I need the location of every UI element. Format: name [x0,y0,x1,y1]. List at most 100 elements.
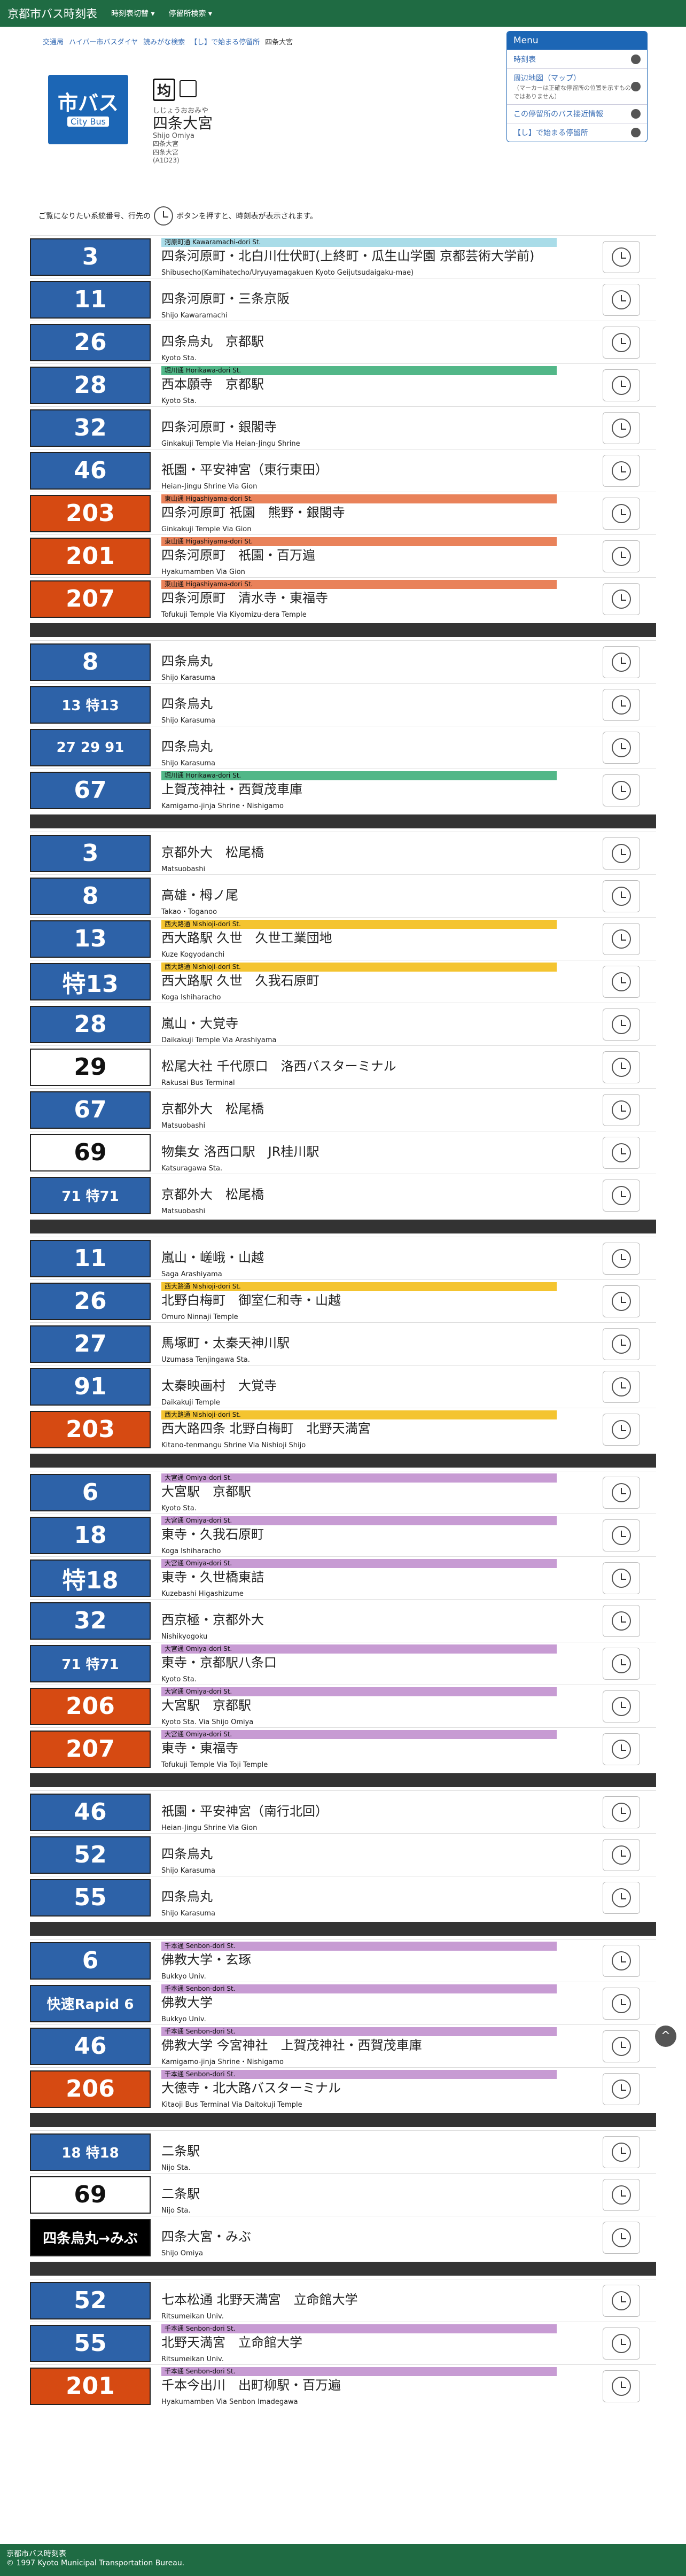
route-destination-button[interactable]: 七本松通 北野天満宮 立命館大学 Ritsumeikan Univ. [151,2279,603,2322]
route-destination-button[interactable]: 京都外大 松尾橋 Matsuobashi [151,1089,603,1131]
timetable-button[interactable] [603,454,640,487]
timetable-button[interactable] [603,1562,640,1594]
route-number-button[interactable]: 6 [30,1473,151,1511]
route-number-button[interactable]: 201 [30,537,151,575]
timetable-button[interactable] [603,412,640,444]
route-destination-button[interactable]: 堀川通 Horikawa-dori St. 上賀茂神社・西賀茂車庫 Kamigamo… [151,769,603,812]
route-destination-button[interactable]: 高雄・栂ノ尾 Takao・Toganoo [151,875,603,918]
timetable-button[interactable] [603,731,640,764]
timetable-button[interactable] [603,2370,640,2402]
route-number-button[interactable]: 69 [30,2176,151,2214]
route-destination-button[interactable]: 松尾大社 千代原口 洛西バスターミナル Rakusai Bus Terminal [151,1046,603,1089]
menu-item-timetable[interactable]: 時刻表 [507,50,647,68]
breadcrumb-item[interactable]: ハイパー市バスダイヤ [69,36,138,46]
route-destination-button[interactable]: 西大路通 Nishioji-dori St. 西大路駅 久世 久我石原町 Koga … [151,960,603,1003]
timetable-button[interactable] [603,1987,640,2020]
route-destination-button[interactable]: 東山通 Higashiyama-dori St. 四条河原町 祇園 熊野・銀閣寺 G… [151,492,603,535]
timetable-button[interactable] [603,965,640,998]
timetable-button[interactable] [603,2284,640,2317]
timetable-button[interactable] [603,326,640,359]
route-destination-button[interactable]: 嵐山・大覚寺 Daikakuji Temple Via Arashiyama [151,1003,603,1046]
route-destination-button[interactable]: 千本通 Senbon-dori St. 北野天満宮 立命館大学 Ritsumeika… [151,2322,603,2365]
route-number-button[interactable]: 18 [30,1516,151,1554]
route-destination-button[interactable]: 西大路通 Nishioji-dori St. 北野白梅町 御室仁和寺・山越 Omur… [151,1280,603,1323]
route-number-button[interactable]: 27 29 91 [30,728,151,766]
route-destination-button[interactable]: 嵐山・嵯峨・山越 Saga Arashiyama [151,1237,603,1280]
route-number-button[interactable]: 206 [30,1687,151,1725]
timetable-button[interactable] [603,1838,640,1871]
timetable-button[interactable] [603,540,640,572]
route-destination-button[interactable]: 四条烏丸 京都駅 Kyoto Sta. [151,321,603,364]
route-destination-button[interactable]: 千本通 Senbon-dori St. 千本今出川 出町柳駅・百万遍 Hyakuma… [151,2365,603,2408]
route-destination-button[interactable]: 祇園・平安神宮（東行東田） Heian-Jingu Shrine Via Gion [151,449,603,492]
route-number-button[interactable]: 201 [30,2367,151,2405]
route-number-button[interactable]: 3 [30,834,151,872]
route-number-button[interactable]: 13 [30,920,151,958]
timetable-button[interactable] [603,880,640,912]
route-number-button[interactable]: 8 [30,877,151,915]
route-destination-button[interactable]: 大宮通 Omiya-dori St. 大宮駅 京都駅 Kyoto Sta. [151,1471,603,1514]
route-number-button[interactable]: 3 [30,238,151,276]
route-destination-button[interactable]: 祇園・平安神宮（南行北回） Heian-Jingu Shrine Via Gion [151,1791,603,1834]
route-number-button[interactable]: 快速Rapid 6 [30,1984,151,2022]
route-number-button[interactable]: 8 [30,643,151,681]
route-destination-button[interactable]: 四条河原町・三条京阪 Shijo Kawaramachi [151,278,603,321]
timetable-button[interactable] [603,1179,640,1212]
timetable-button[interactable] [603,1944,640,1977]
scroll-top-button[interactable]: ^ [655,2026,676,2047]
route-destination-button[interactable]: 京都外大 松尾橋 Matsuobashi [151,832,603,875]
route-destination-button[interactable]: 千本通 Senbon-dori St. 佛教大学 今宮神社 上賀茂神社・西賀茂車庫… [151,2025,603,2068]
timetable-switch-menu[interactable]: 時刻表切替 ▾ [111,8,154,19]
breadcrumb-item[interactable]: 【し】で始まる停留所 [190,36,260,46]
timetable-button[interactable] [603,1733,640,1765]
timetable-button[interactable] [603,583,640,615]
menu-item-approach-info[interactable]: この停留所のバス接近情報 [507,104,647,123]
timetable-button[interactable] [603,283,640,316]
timetable-button[interactable] [603,1476,640,1509]
route-destination-button[interactable]: 四条烏丸 Shijo Karasuma [151,726,603,769]
route-number-button[interactable]: 特13 [30,963,151,1000]
route-number-button[interactable]: 52 [30,1836,151,1874]
route-number-button[interactable]: 55 [30,1879,151,1917]
route-number-button[interactable]: 55 [30,2324,151,2362]
timetable-button[interactable] [603,1881,640,1914]
route-destination-button[interactable]: 大宮通 Omiya-dori St. 東寺・久我石原町 Koga Ishiharac… [151,1514,603,1557]
timetable-button[interactable] [603,2221,640,2254]
timetable-button[interactable] [603,1242,640,1275]
route-number-button[interactable]: 28 [30,1005,151,1043]
route-destination-button[interactable]: 西大路通 Nishioji-dori St. 西大路四条 北野白梅町 北野天満宮 K… [151,1408,603,1451]
timetable-button[interactable] [603,2030,640,2062]
route-number-button[interactable]: 26 [30,323,151,361]
route-number-button[interactable]: 11 [30,281,151,319]
route-destination-button[interactable]: 西大路通 Nishioji-dori St. 西大路駅 久世 久世工業団地 Kuze… [151,918,603,960]
timetable-button[interactable] [603,837,640,870]
route-destination-button[interactable]: 四条烏丸 Shijo Karasuma [151,1876,603,1919]
route-destination-button[interactable]: 大宮通 Omiya-dori St. 東寺・東福寺 Tofukuji Temple … [151,1728,603,1771]
route-number-button[interactable]: 四条烏丸→みぶ [30,2218,151,2256]
route-destination-button[interactable]: 京都外大 松尾橋 Matsuobashi [151,1174,603,1217]
route-number-button[interactable]: 32 [30,1602,151,1640]
route-number-button[interactable]: 46 [30,2027,151,2065]
route-destination-button[interactable]: 堀川通 Horikawa-dori St. 西本願寺 京都駅 Kyoto Sta. [151,364,603,407]
route-number-button[interactable]: 67 [30,771,151,809]
route-destination-button[interactable]: 馬塚町・太秦天神川駅 Uzumasa Tenjingawa Sta. [151,1323,603,1365]
route-number-button[interactable]: 6 [30,1942,151,1980]
timetable-button[interactable] [603,1285,640,1317]
route-number-button[interactable]: 27 [30,1325,151,1363]
breadcrumb-item[interactable]: 読みがな検索 [143,36,185,46]
timetable-button[interactable] [603,1328,640,1360]
route-destination-button[interactable]: 西京極・京都外大 Nishikyogoku [151,1600,603,1642]
route-destination-button[interactable]: 太秦映画村 大覚寺 Daikakuji Temple [151,1365,603,1408]
breadcrumb-item[interactable]: 交通局 [43,36,64,46]
route-number-button[interactable]: 11 [30,1239,151,1277]
route-number-button[interactable]: 46 [30,1793,151,1831]
route-destination-button[interactable]: 大宮通 Omiya-dori St. 東寺・久世橋東詰 Kuzebashi Higa… [151,1557,603,1600]
menu-item-map[interactable]: 周辺地図（マップ） （マーカーは正確な停留所の位置を示すものではありません） [507,68,647,104]
timetable-button[interactable] [603,774,640,806]
timetable-button[interactable] [603,1136,640,1169]
route-number-button[interactable]: 71 特71 [30,1176,151,1214]
route-number-button[interactable]: 13 特13 [30,686,151,724]
timetable-button[interactable] [603,1370,640,1403]
timetable-button[interactable] [603,369,640,401]
route-destination-button[interactable]: 四条河原町・銀閣寺 Ginkakuji Temple Via Heian-Jing… [151,407,603,449]
